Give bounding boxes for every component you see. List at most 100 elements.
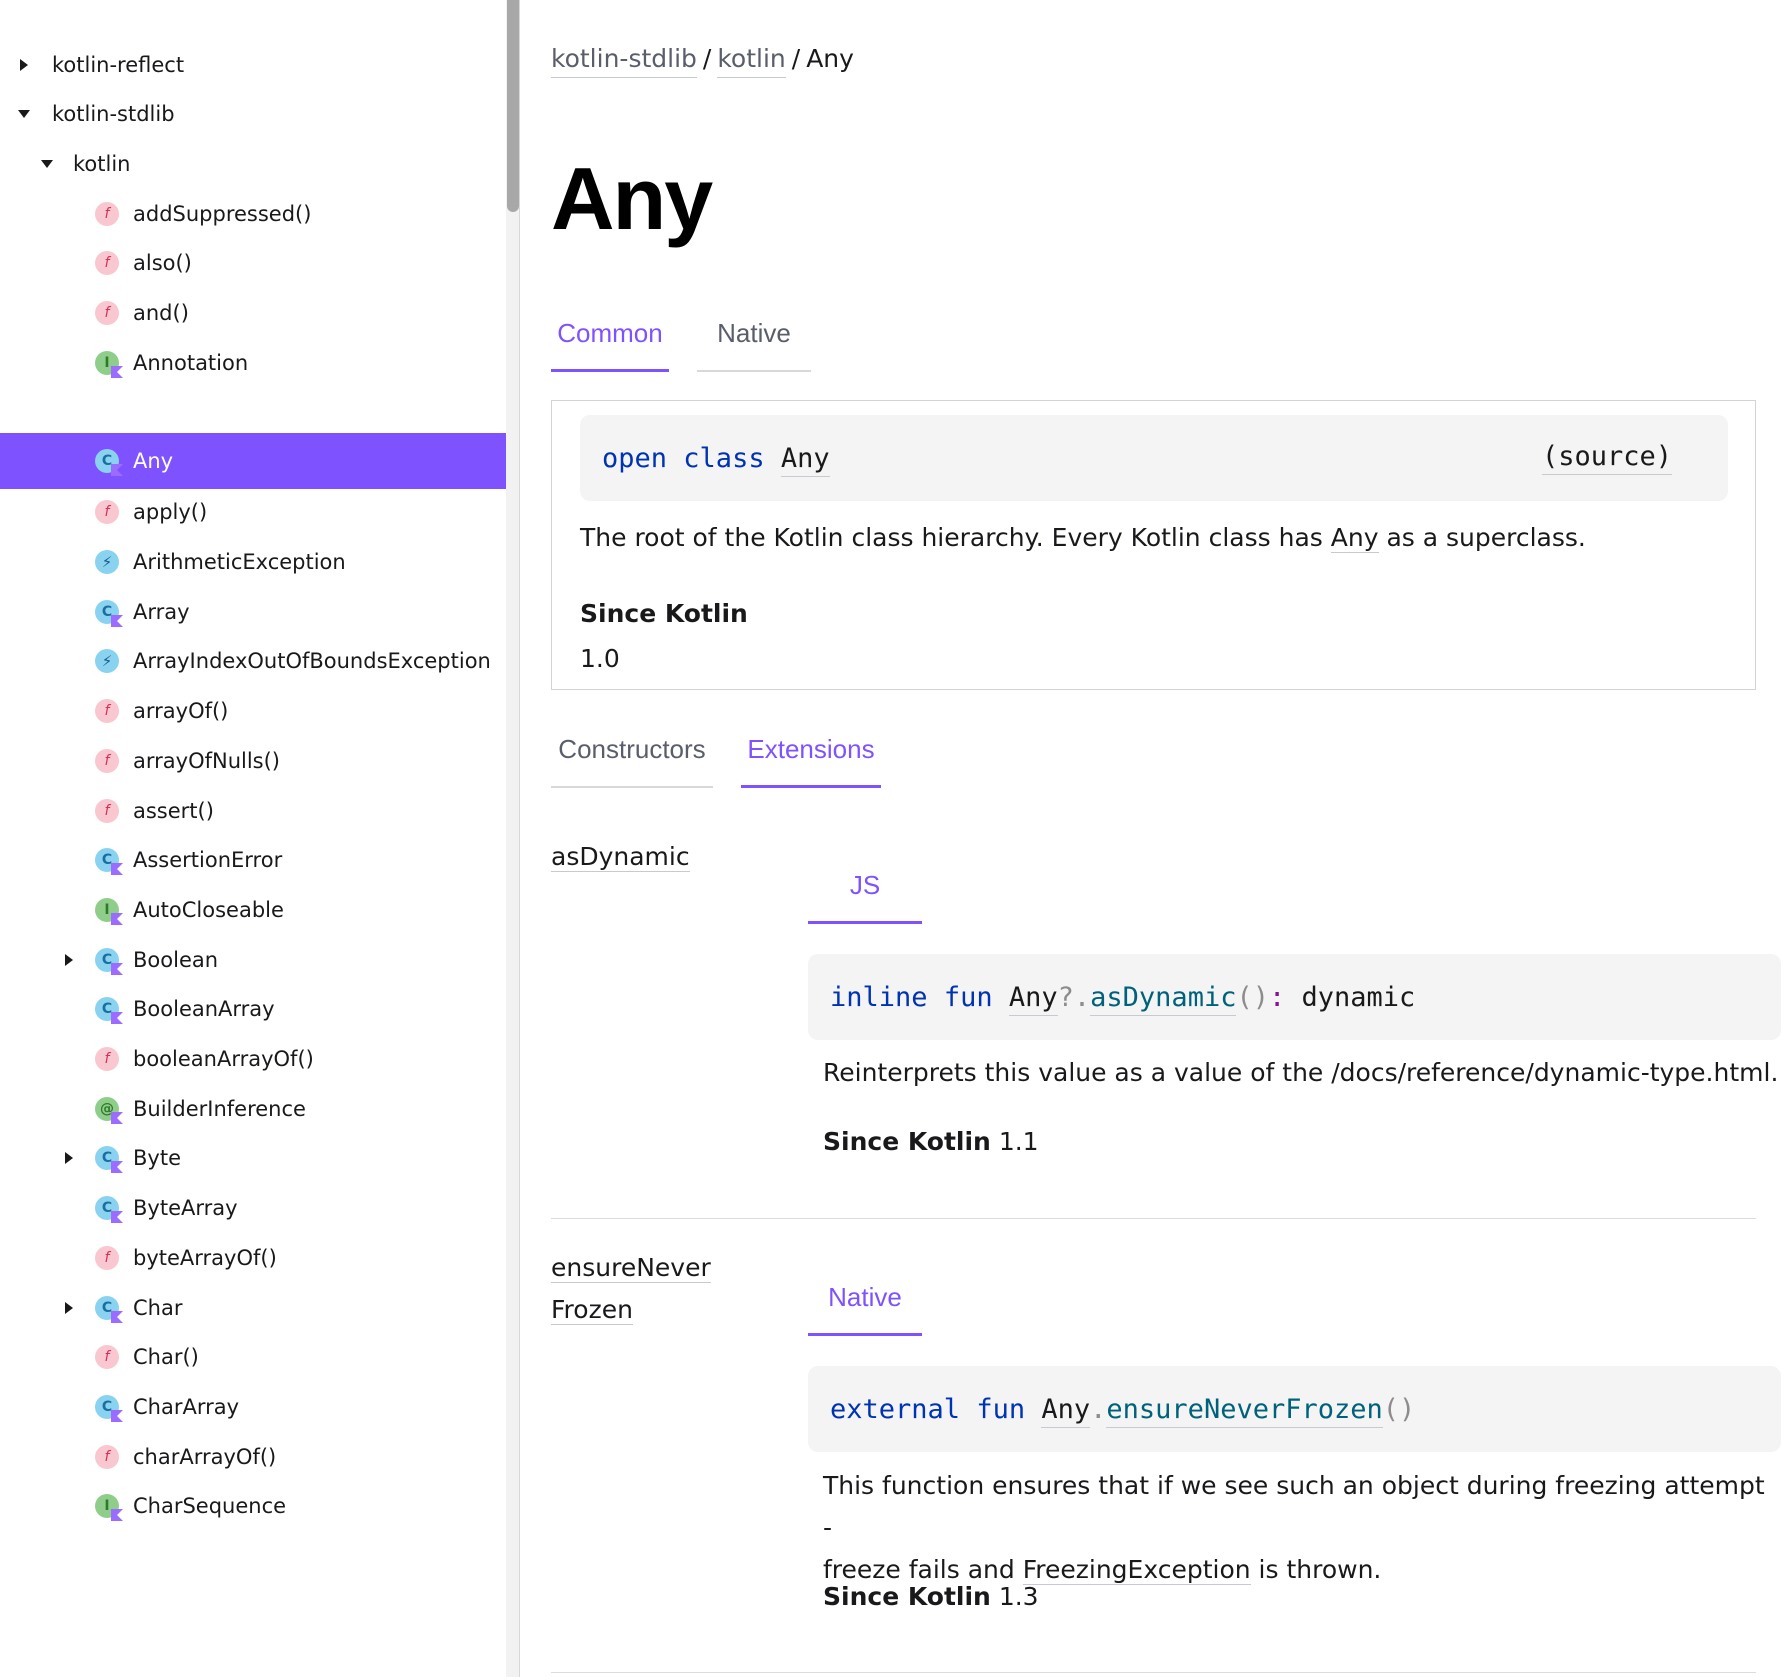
scrollbar-thumb[interactable] (507, 0, 519, 212)
sidebar-item-byte[interactable]: C Byte (0, 1130, 506, 1186)
sidebar-item-boolean[interactable]: C Boolean (0, 932, 506, 988)
breadcrumb-current: Any (806, 44, 854, 73)
breadcrumb-separator: / (702, 44, 712, 73)
dot-operator: . (1090, 1393, 1107, 1425)
section-tabs: Constructors Extensions (551, 734, 881, 788)
extension-signature: external fun Any.ensureNeverFrozen() (808, 1366, 1781, 1452)
source-link[interactable]: (source) (1541, 441, 1672, 475)
extension-name[interactable]: asDynamic (551, 836, 690, 878)
sidebar-item-annotation[interactable]: I Annotation (0, 335, 506, 391)
sidebar-item-any[interactable]: C Any (0, 433, 506, 489)
expand-arrow-icon[interactable] (16, 57, 32, 73)
breadcrumb-link-kotlin-stdlib[interactable]: kotlin-stdlib (551, 44, 697, 78)
expand-arrow-icon[interactable] (61, 952, 77, 968)
function-icon: f (95, 251, 119, 275)
colon: : (1268, 981, 1286, 1013)
extension-since: Since Kotlin 1.1 (823, 1127, 1039, 1156)
sidebar-item-arithmeticexception[interactable]: ⚡ ArithmeticException (0, 534, 506, 590)
sidebar-item-builderinference[interactable]: @ BuilderInference (0, 1081, 506, 1137)
since-version: 1.1 (998, 1127, 1039, 1156)
sidebar-item-kotlin-reflect[interactable]: kotlin-reflect (0, 37, 506, 93)
extension-name-text[interactable]: ensureNever (551, 1253, 711, 1283)
main-content: kotlin-stdlib / kotlin / Any Any Common … (551, 0, 1781, 1677)
sidebar-scrollbar[interactable] (506, 0, 520, 1677)
sidebar-item-label: kotlin-reflect (52, 53, 185, 77)
collapse-arrow-icon[interactable] (16, 106, 32, 122)
collapse-arrow-icon[interactable] (39, 156, 55, 172)
sidebar-item-label: Array (133, 600, 190, 624)
keyword-inline: inline (830, 981, 928, 1013)
sidebar-item-bytearrayof[interactable]: f byteArrayOf() (0, 1230, 506, 1286)
class-icon: C (95, 1395, 123, 1422)
tab-native[interactable]: Native (697, 318, 811, 372)
since-version: 1.3 (998, 1582, 1039, 1611)
sidebar-item-assert[interactable]: f assert() (0, 783, 506, 839)
sidebar-item-char[interactable]: C Char (0, 1280, 506, 1336)
tab-constructors[interactable]: Constructors (551, 734, 713, 788)
interface-icon: I (95, 1494, 123, 1521)
class-icon: C (95, 997, 123, 1024)
sidebar-item-booleanarray[interactable]: C BooleanArray (0, 981, 506, 1037)
expand-arrow-icon[interactable] (61, 1150, 77, 1166)
extension-name-text[interactable]: Frozen (551, 1295, 633, 1325)
class-icon: C (95, 600, 123, 627)
class-description: The root of the Kotlin class hierarchy. … (580, 517, 1586, 559)
sidebar-item-autocloseable[interactable]: I AutoCloseable (0, 882, 506, 938)
sidebar-item-label: AutoCloseable (133, 898, 284, 922)
breadcrumb-separator: / (791, 44, 801, 73)
sidebar-item-label: charArrayOf() (133, 1445, 277, 1469)
sidebar-item-char-fn[interactable]: f Char() (0, 1329, 506, 1385)
sidebar-item-charsequence[interactable]: I CharSequence (0, 1478, 506, 1534)
expand-arrow-icon[interactable] (61, 1300, 77, 1316)
since-label: Since Kotlin (823, 1127, 991, 1156)
platform-tabs: Common Native (551, 318, 811, 372)
sidebar-item-arrayindexoutofboundsexception[interactable]: ⚡ ArrayIndexOutOfBoundsException (0, 633, 506, 689)
sidebar-item-label: CharArray (133, 1395, 240, 1419)
sidebar-item-kotlin-stdlib[interactable]: kotlin-stdlib (0, 86, 506, 142)
sidebar-item-apply[interactable]: f apply() (0, 484, 506, 540)
sidebar-item-chararray[interactable]: C CharArray (0, 1379, 506, 1435)
sidebar-item-addsuppressed[interactable]: f addSuppressed() (0, 186, 506, 242)
description-text: is thrown. (1250, 1555, 1382, 1584)
exception-icon: ⚡ (95, 649, 119, 673)
extension-divider (551, 1672, 1756, 1673)
sidebar-item-kotlin[interactable]: kotlin (0, 136, 506, 192)
function-icon: f (95, 301, 119, 325)
type-name-any[interactable]: Any (780, 442, 830, 477)
any-link[interactable]: Any (1330, 523, 1379, 553)
sidebar-item-label: Boolean (133, 948, 219, 972)
freezingexception-link[interactable]: FreezingException (1022, 1555, 1251, 1585)
sidebar-item-arrayofnulls[interactable]: f arrayOfNulls() (0, 733, 506, 789)
extension-name[interactable]: ensureNever Frozen (551, 1247, 711, 1331)
sidebar-item-label: addSuppressed() (133, 202, 312, 226)
sidebar-item-label: kotlin-stdlib (52, 102, 175, 126)
tab-js[interactable]: JS (808, 870, 922, 924)
sidebar-item-bytearray[interactable]: C ByteArray (0, 1180, 506, 1236)
tab-common[interactable]: Common (551, 318, 669, 372)
sidebar-item-assertionerror[interactable]: C AssertionError (0, 832, 506, 888)
sidebar-item-array[interactable]: C Array (0, 584, 506, 640)
function-name-ensureneverfrozen[interactable]: ensureNeverFrozen (1106, 1393, 1383, 1428)
sidebar-item-label: also() (133, 251, 192, 275)
extension-platform-tabs: Native (808, 1282, 922, 1336)
sidebar-item-booleanarrayof[interactable]: f booleanArrayOf() (0, 1031, 506, 1087)
type-name-any[interactable]: Any (1041, 1393, 1091, 1428)
declaration-box: open class Any (source) The root of the … (551, 400, 1756, 690)
type-name-any[interactable]: Any (1008, 981, 1058, 1016)
sidebar-item-label: ArrayIndexOutOfBoundsException (133, 649, 491, 673)
sidebar-item-also[interactable]: f also() (0, 235, 506, 291)
class-icon: C (95, 1196, 123, 1223)
breadcrumb-link-kotlin[interactable]: kotlin (717, 44, 786, 78)
sidebar-item-arrayof[interactable]: f arrayOf() (0, 683, 506, 739)
sidebar-navigation: kotlin-reflect kotlin-stdlib kotlin f ad… (0, 0, 506, 1677)
tab-extensions[interactable]: Extensions (741, 734, 881, 788)
tab-native[interactable]: Native (808, 1282, 922, 1336)
sidebar-item-chararrayof[interactable]: f charArrayOf() (0, 1429, 506, 1485)
declaration-signature: open class Any (source) (580, 415, 1728, 501)
function-name-asdynamic[interactable]: asDynamic (1090, 981, 1237, 1016)
function-icon: f (95, 799, 119, 823)
sidebar-item-and[interactable]: f and() (0, 285, 506, 341)
extension-name-text[interactable]: asDynamic (551, 842, 690, 872)
function-icon: f (95, 1345, 119, 1369)
since-heading: Since Kotlin (580, 599, 748, 628)
